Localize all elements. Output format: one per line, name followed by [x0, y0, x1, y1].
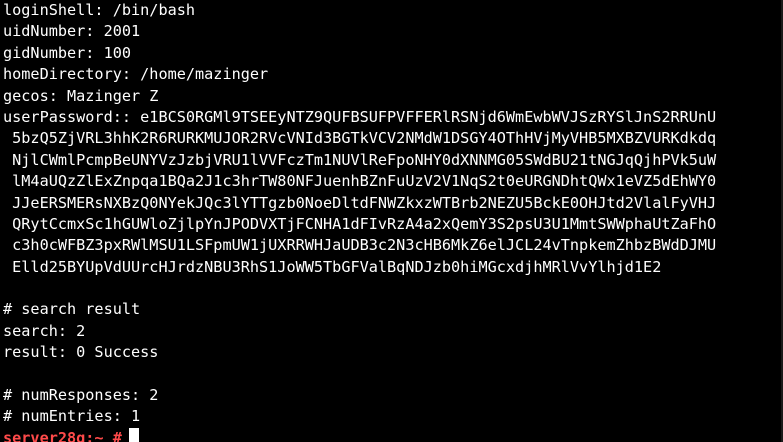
terminal-window[interactable]: loginShell: /bin/bash uidNumber: 2001 gi… [0, 0, 783, 442]
output-line-num-entries: # numEntries: 1 [3, 407, 141, 426]
terminal-output: loginShell: /bin/bash uidNumber: 2001 gi… [3, 0, 783, 428]
prompt-hostname: server28g:~ [3, 428, 104, 442]
output-line-password-cont: 5bzQ5ZjVRL3hhK2R6RURKMUJOR2RVcVNId3BGTkV… [3, 129, 717, 148]
output-line-login-shell: loginShell: /bin/bash [3, 1, 196, 19]
command-prompt-line[interactable]: server28g:~ # [3, 427, 783, 442]
output-line-password-cont: QRytCcmxSc1hGUWloZjlpYnJPODVXTjFCNHA1dFI… [3, 214, 717, 233]
output-line-home-directory: homeDirectory: /home/mazinger [3, 65, 269, 84]
output-line-result: result: 0 Success [3, 343, 159, 362]
prompt-symbol: # [112, 428, 122, 442]
output-line-password-cont: c3h0cWFBZ3pxRWlMSU1LSFpmUW1jUXRRWHJaUDB3… [3, 236, 717, 255]
output-line-search-comment: # search result [3, 300, 141, 319]
output-line-num-responses: # numResponses: 2 [3, 386, 159, 405]
text-cursor[interactable] [128, 427, 139, 442]
output-line-search: search: 2 [3, 321, 86, 340]
output-line-gecos: gecos: Mazinger Z [3, 86, 159, 105]
output-line-password-cont: NjlCWmlPcmpBeUNYVzJzbjVRU1lVVFczTm1NUVlR… [3, 150, 717, 169]
output-line-password-cont: Elld25BYUpVdUUrcHJrdzNBU3RhS1JoWW5TbGFVa… [3, 257, 662, 276]
output-line-uid-number: uidNumber: 2001 [3, 22, 141, 41]
output-line-gid-number: gidNumber: 100 [3, 43, 132, 62]
output-line-password-cont: lM4aUQzZlExZnpqa1BQa2J1c3hrTW80NFJuenhBZ… [3, 172, 717, 191]
output-line-password-cont: JJeERSMERsNXBzQ0NYekJQc3lYTTgzb0NoeDltdF… [3, 193, 717, 212]
output-line-user-password: userPassword:: e1BCS0RGMl9TSEEyNTZ9QUFBS… [3, 107, 717, 126]
output-line-blank [3, 364, 783, 385]
output-line-blank [3, 278, 783, 299]
